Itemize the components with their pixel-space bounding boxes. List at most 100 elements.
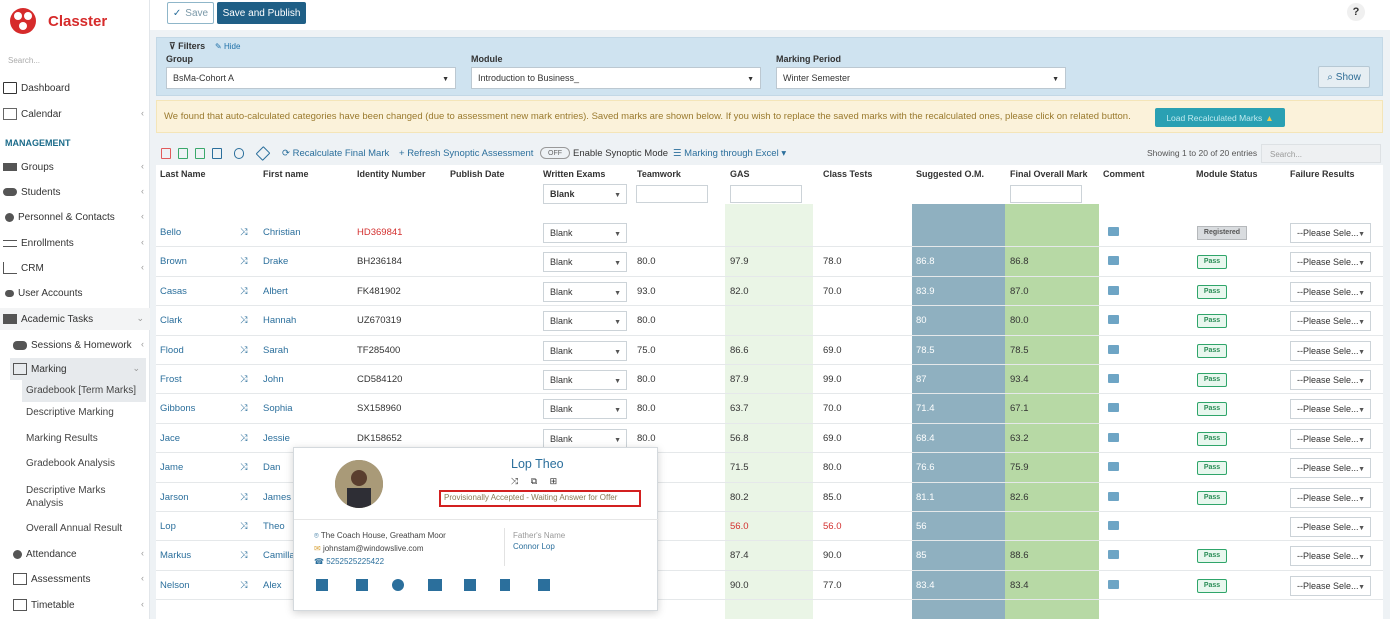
sidebar-item-calendar[interactable]: Calendar ‹	[0, 103, 150, 125]
written-exam-select[interactable]: Blank ▼	[543, 370, 627, 390]
gas-cell[interactable]: 56.8	[730, 424, 749, 453]
sidebar-item-overall-annual[interactable]: Overall Annual Result	[26, 523, 146, 534]
failure-results-select[interactable]: --Please Sele... ▼	[1290, 575, 1371, 596]
header-suggested[interactable]: Suggested O.M.	[916, 165, 1004, 184]
first-name-cell[interactable]: Camilla	[263, 541, 295, 570]
last-name-cell[interactable]: Bello	[160, 218, 181, 247]
family-icon[interactable]	[316, 579, 328, 591]
group-select[interactable]: BsMa-Cohort A ▼	[166, 67, 456, 89]
pdf-icon[interactable]	[161, 148, 171, 159]
first-name-cell[interactable]: Jessie	[263, 424, 290, 453]
header-written-exams[interactable]: Written Exams	[543, 165, 633, 184]
header-module-status[interactable]: Module Status	[1196, 165, 1284, 184]
first-name-cell[interactable]: John	[263, 365, 284, 394]
sidebar-item-gradebook-analysis[interactable]: Gradebook Analysis	[26, 458, 146, 469]
recalculate-final-mark-button[interactable]: ⟳ Recalculate Final Mark	[282, 148, 389, 159]
load-recalculated-button[interactable]: Load Recalculated Marks ▲	[1155, 108, 1285, 127]
class-tests-cell[interactable]: 80.0	[823, 453, 842, 482]
comment-icon[interactable]	[1108, 227, 1119, 236]
sidebar-item-attendance[interactable]: Attendance ‹	[10, 543, 150, 565]
gas-cell[interactable]: 97.9	[730, 247, 749, 276]
sidebar-item-personnel[interactable]: Personnel & Contacts ‹	[0, 206, 150, 228]
class-tests-cell[interactable]: 90.0	[823, 541, 842, 570]
first-name-cell[interactable]: Hannah	[263, 306, 296, 335]
popup-phone[interactable]: ☎ 5252525225422	[314, 557, 384, 566]
shuffle-icon[interactable]: ⤨	[240, 277, 248, 306]
first-name-cell[interactable]: Albert	[263, 277, 288, 306]
last-name-cell[interactable]: Jame	[160, 453, 183, 482]
last-name-cell[interactable]: Gibbons	[160, 394, 195, 423]
class-tests-cell[interactable]: 70.0	[823, 394, 842, 423]
failure-results-select[interactable]: --Please Sele... ▼	[1290, 487, 1371, 508]
header-publish-date[interactable]: Publish Date	[450, 165, 540, 184]
marking-through-excel-dropdown[interactable]: ☰ Marking through Excel ▾	[673, 148, 786, 159]
class-tests-cell[interactable]: 70.0	[823, 277, 842, 306]
sidebar-item-groups[interactable]: Groups ‹	[0, 156, 150, 178]
shuffle-icon[interactable]: ⤨	[240, 541, 248, 570]
sidebar-item-timetable[interactable]: Timetable ‹	[10, 594, 150, 616]
first-name-cell[interactable]: Alex	[263, 571, 281, 600]
columns-icon[interactable]	[234, 148, 244, 159]
bus-icon[interactable]: ⊞	[550, 476, 558, 486]
shuffle-icon[interactable]: ⤨	[240, 218, 248, 247]
sidebar-search-input[interactable]: Search...	[8, 56, 40, 65]
sidebar-item-academic-tasks[interactable]: Academic Tasks ⌄	[0, 308, 150, 330]
comment-icon[interactable]	[1108, 285, 1119, 295]
class-tests-cell[interactable]: 99.0	[823, 365, 842, 394]
shuffle-icon[interactable]: ⤨	[240, 336, 248, 365]
gas-cell[interactable]: 82.0	[730, 277, 749, 306]
failure-results-select[interactable]: --Please Sele... ▼	[1290, 517, 1371, 537]
sidebar-item-students[interactable]: Students ‹	[0, 181, 150, 203]
csv-icon[interactable]	[195, 148, 205, 159]
written-exam-select[interactable]: Blank ▼	[543, 281, 627, 302]
sidebar-item-assessments[interactable]: Assessments ‹	[10, 568, 150, 590]
comment-icon[interactable]	[1108, 403, 1119, 413]
gas-cell[interactable]: 90.0	[730, 571, 749, 600]
comment-icon[interactable]	[1108, 550, 1119, 560]
final-mark-cell[interactable]: 83.4	[1010, 571, 1029, 600]
failure-results-select[interactable]: --Please Sele... ▼	[1290, 223, 1371, 243]
gas-cell[interactable]: 87.9	[730, 365, 749, 394]
sidebar-item-dashboard[interactable]: Dashboard	[0, 77, 150, 99]
first-name-cell[interactable]: Christian	[263, 218, 301, 247]
synoptic-toggle[interactable]: OFF	[540, 147, 570, 159]
header-identity[interactable]: Identity Number	[357, 165, 447, 184]
father-name[interactable]: Connor Lop	[513, 542, 555, 551]
last-name-cell[interactable]: Markus	[160, 541, 191, 570]
calendar-icon[interactable]	[538, 579, 550, 591]
written-filter-select[interactable]: Blank ▼	[543, 184, 627, 204]
teamwork-cell[interactable]: 80.0	[637, 306, 656, 335]
shuffle-icon[interactable]: ⤨	[511, 476, 518, 486]
hide-filters-link[interactable]: ✎ Hide	[215, 42, 240, 51]
written-exam-select[interactable]: Blank ▼	[543, 223, 627, 243]
header-last-name[interactable]: Last Name	[160, 165, 260, 184]
last-name-cell[interactable]: Casas	[160, 277, 187, 306]
header-first-name[interactable]: First name	[263, 165, 353, 184]
gas-cell[interactable]: 63.7	[730, 394, 749, 423]
id-card-icon[interactable]	[428, 579, 442, 591]
comment-icon[interactable]	[1108, 579, 1119, 589]
teamwork-filter-input[interactable]	[636, 185, 708, 203]
failure-results-select[interactable]: --Please Sele... ▼	[1290, 458, 1371, 479]
last-name-cell[interactable]: Lop	[160, 512, 176, 541]
failure-results-select[interactable]: --Please Sele... ▼	[1290, 281, 1371, 302]
excel-icon[interactable]	[178, 148, 188, 159]
header-comment[interactable]: Comment	[1103, 165, 1191, 184]
shuffle-icon[interactable]: ⤨	[240, 424, 248, 453]
header-teamwork[interactable]: Teamwork	[637, 165, 725, 184]
comment-icon[interactable]	[1108, 432, 1119, 442]
show-button[interactable]: ⌕ Show	[1318, 66, 1370, 88]
gas-cell[interactable]: 71.5	[730, 453, 749, 482]
help-icon[interactable]: ?	[1347, 3, 1365, 21]
last-name-cell[interactable]: Jace	[160, 424, 180, 453]
save-and-publish-button[interactable]: Save and Publish	[217, 2, 306, 24]
sidebar-item-gradebook-term[interactable]: Gradebook [Term Marks]	[22, 380, 146, 402]
gas-cell[interactable]: 87.4	[730, 541, 749, 570]
table-search-input[interactable]: Search...	[1261, 144, 1381, 163]
comment-icon[interactable]	[1108, 315, 1119, 325]
written-exam-select[interactable]: Blank ▼	[543, 340, 627, 361]
first-name-cell[interactable]: Sophia	[263, 394, 293, 423]
shuffle-icon[interactable]: ⤨	[240, 365, 248, 394]
shuffle-icon[interactable]: ⤨	[240, 247, 248, 276]
sidebar-item-descriptive-marks-analysis[interactable]: Descriptive Marks Analysis	[26, 484, 126, 510]
